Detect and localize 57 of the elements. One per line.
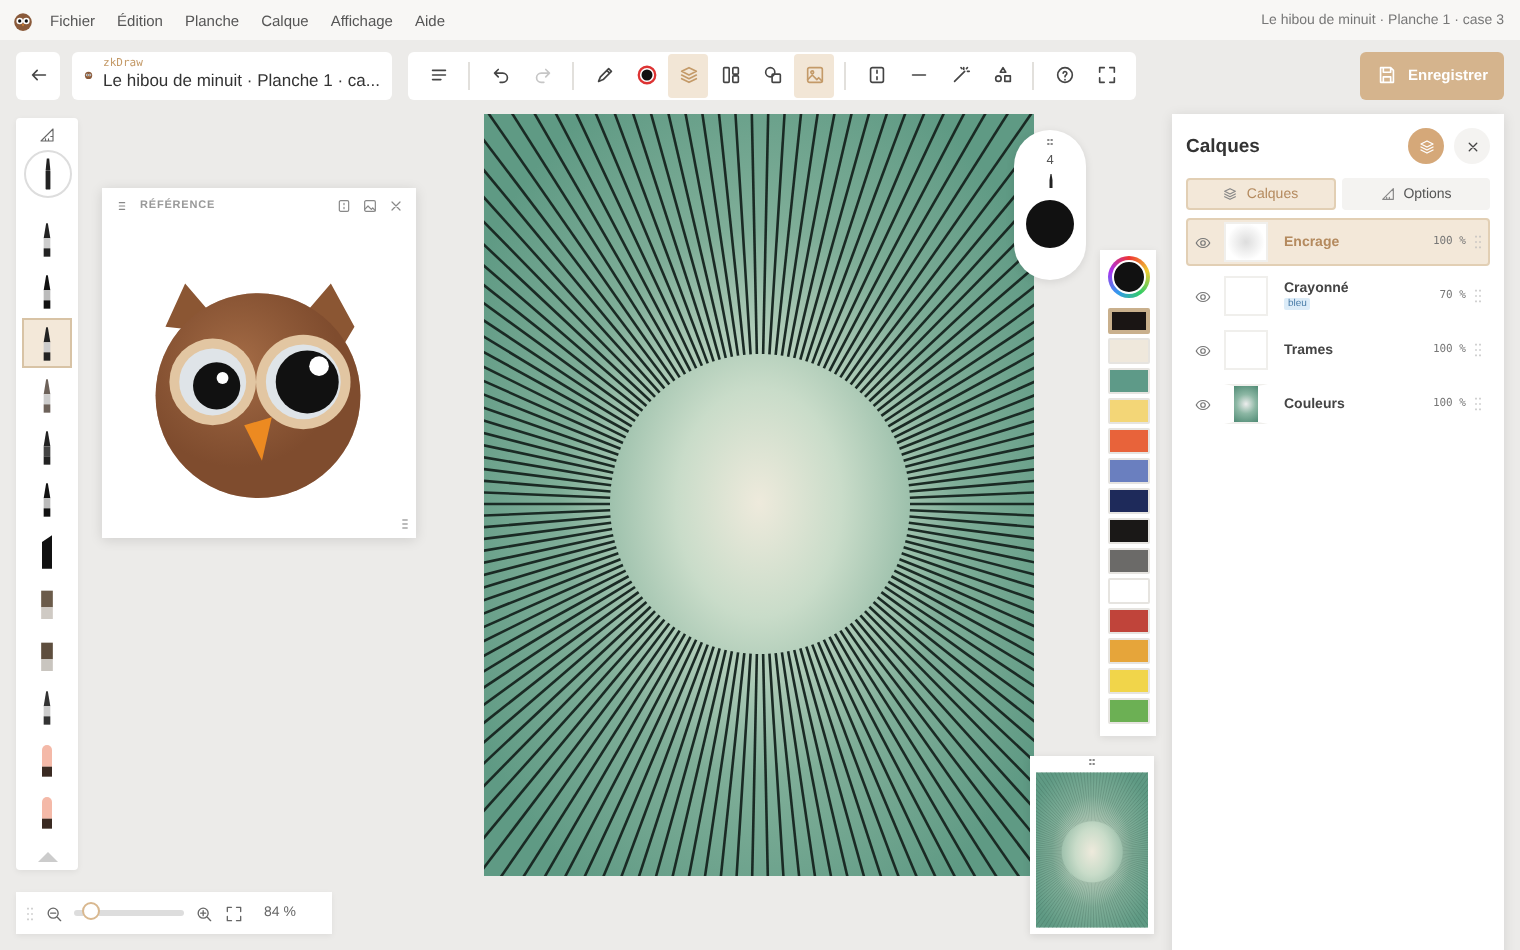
project-title: Le hibou de minuit · Planche 1 · ca... <box>103 71 380 90</box>
pen-icon <box>593 64 615 86</box>
brush-tip-icon <box>1047 172 1053 190</box>
save-icon <box>1375 64 1398 86</box>
split-frame-icon[interactable] <box>336 198 352 214</box>
eye-icon[interactable] <box>1194 341 1212 359</box>
magic-wand-icon <box>949 64 971 86</box>
layers-button[interactable] <box>1408 128 1444 164</box>
brush-item[interactable] <box>22 318 72 368</box>
brush-icon <box>38 479 56 519</box>
layers-icon <box>1417 137 1435 155</box>
close-icon <box>1463 137 1481 155</box>
brush-icon <box>38 531 56 571</box>
layers-icon <box>677 64 699 86</box>
brush-icon <box>38 271 56 311</box>
undo-icon <box>489 64 511 86</box>
eye-icon[interactable] <box>1194 287 1212 305</box>
eye-icon[interactable] <box>1194 395 1212 413</box>
panel-title: Calques <box>1186 135 1260 157</box>
panels-icon <box>719 64 741 86</box>
help-icon <box>1053 64 1075 86</box>
split-frame-icon <box>865 64 887 86</box>
eraser-icon <box>38 791 56 831</box>
brush-icon <box>38 427 56 467</box>
close-button[interactable] <box>1454 128 1490 164</box>
slider-thumb[interactable] <box>82 902 101 920</box>
brush-icon <box>38 219 56 259</box>
shapes-group-icon <box>991 64 1013 86</box>
redo-icon <box>531 64 553 86</box>
ruler-triangle-icon[interactable] <box>38 126 56 144</box>
brush-size-dot <box>1026 200 1074 248</box>
brush-icon <box>38 375 56 415</box>
pen-icon <box>41 156 53 192</box>
zoom-in-icon[interactable] <box>194 903 214 923</box>
shapes-icon <box>761 64 783 86</box>
image-icon[interactable] <box>362 198 378 214</box>
close-icon[interactable] <box>388 198 404 214</box>
brush-icon <box>38 323 56 363</box>
color-swatch[interactable] <box>1107 308 1149 334</box>
fullscreen-icon <box>1095 64 1117 86</box>
image-icon <box>803 64 825 86</box>
layers-icon <box>1222 186 1239 202</box>
zoom-out-icon[interactable] <box>44 903 64 923</box>
menu-icon <box>427 64 449 86</box>
current-brush-preview[interactable] <box>23 150 71 198</box>
drag-handle-icon[interactable] <box>114 198 130 214</box>
current-color-swatch[interactable] <box>1107 256 1149 298</box>
eraser-icon <box>38 739 56 779</box>
back-arrow-icon <box>27 64 49 86</box>
owl-logo-icon <box>12 9 34 31</box>
fullscreen-icon[interactable] <box>224 903 244 923</box>
eye-icon[interactable] <box>1194 233 1212 251</box>
resize-grip-icon[interactable] <box>402 518 408 530</box>
back-button[interactable] <box>16 51 60 99</box>
brush-icon <box>38 687 56 727</box>
ruler-triangle-icon <box>1379 186 1396 202</box>
color-wheel-icon <box>635 64 657 86</box>
